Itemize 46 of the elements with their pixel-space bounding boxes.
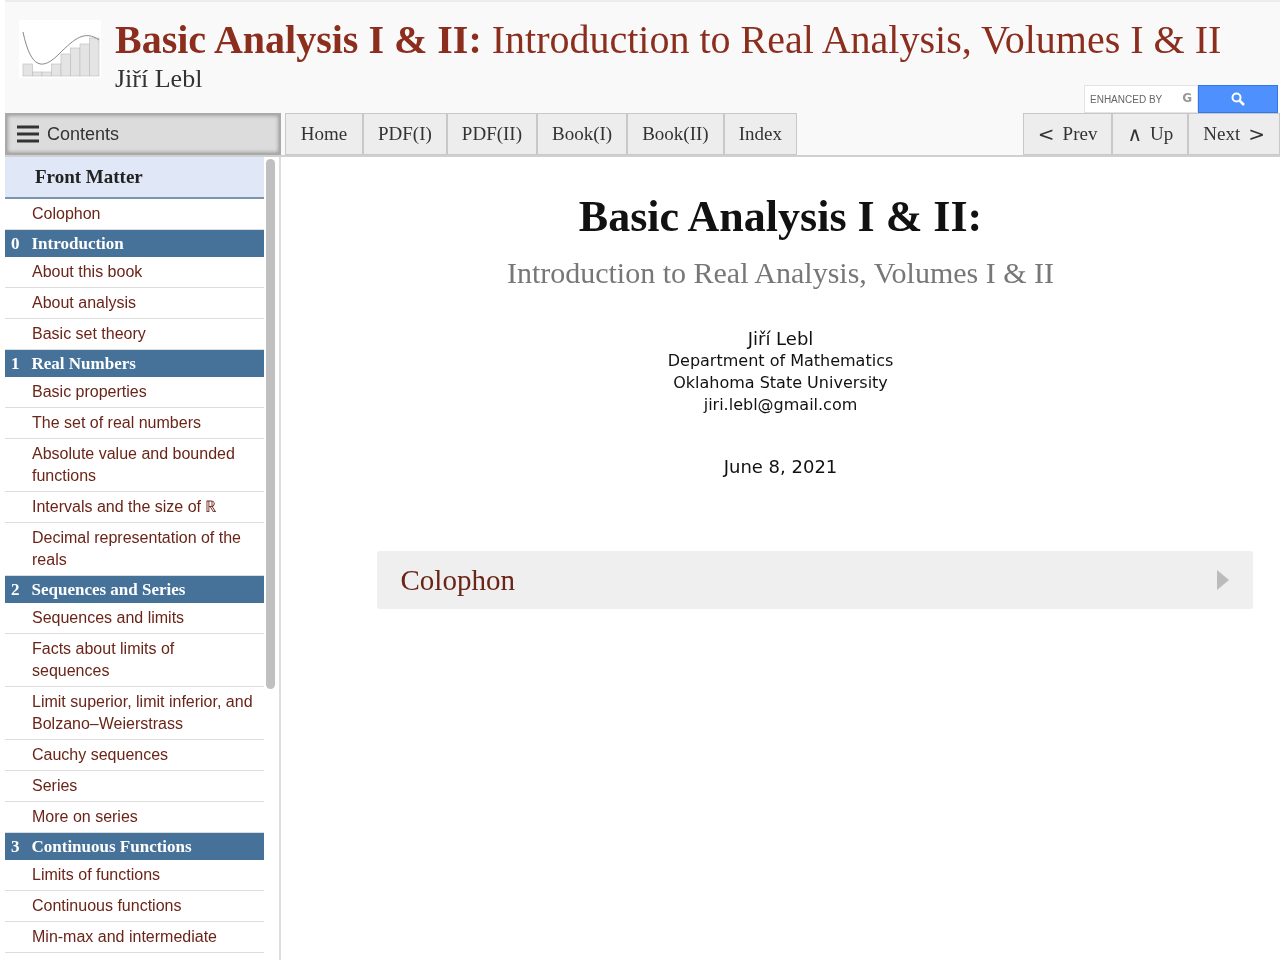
toc-section[interactable]: Limits of functions [5, 860, 264, 891]
site-title: Basic Analysis I & II: Introduction to Real Analysis, Volumes I & II [115, 20, 1222, 60]
graph-logo-icon [19, 20, 101, 78]
search-icon [1231, 92, 1245, 106]
toc-section[interactable]: Basic properties [5, 377, 264, 408]
author-line: Oklahoma State University [673, 372, 888, 394]
menu-icon [17, 125, 39, 143]
book-subtitle: Introduction to Real Analysis, Volumes I & II [506, 256, 1055, 290]
nav-link[interactable]: Home [285, 113, 363, 155]
expand-triangle-icon [1216, 570, 1229, 590]
toc-section[interactable]: Intervals and the size of ℝ [5, 492, 264, 523]
toc-section[interactable]: Continuous functions [5, 891, 264, 922]
nav-link[interactable]: Index [723, 113, 797, 155]
scrollbar-thumb[interactable] [266, 159, 275, 689]
contents-button[interactable]: Contents [5, 113, 281, 155]
author-line: Department of Mathematics [667, 350, 894, 372]
nav-button[interactable]: Next > [1188, 113, 1280, 155]
author-name: Jiří Lebl [115, 64, 204, 94]
toc-section[interactable]: Absolute value and bounded functions [5, 439, 264, 492]
toc-chapter[interactable]: 2 Sequences and Series [5, 576, 264, 603]
search-button[interactable] [1198, 85, 1278, 113]
toc-part[interactable]: Front Matter [5, 157, 264, 199]
toc-section[interactable]: Sequences and limits [5, 603, 264, 634]
toc-section[interactable]: Series [5, 771, 264, 802]
author-line: Jiří Lebl [747, 328, 814, 350]
author-line: jiri.lebl@gmail.com [703, 394, 858, 416]
nav-button[interactable]: ∧ Up [1112, 113, 1189, 155]
nav-button[interactable]: < Prev [1022, 113, 1113, 155]
brand-logo-text: G [1182, 91, 1192, 105]
toc-section[interactable]: About this book [5, 257, 264, 288]
toc-section[interactable]: Facts about limits of sequences [5, 634, 264, 687]
book-title: Basic Analysis I & II: [578, 191, 983, 242]
publication-date: June 8, 2021 [723, 456, 838, 477]
nav-link[interactable]: PDF(I) [363, 113, 447, 155]
toc-section[interactable]: Cauchy sequences [5, 740, 264, 771]
collapsible-section[interactable]: Colophon [376, 551, 1253, 609]
toc-section[interactable]: The set of real numbers [5, 408, 264, 439]
toc-section[interactable]: Limit superior, limit inferior, and Bolzano–Weierstrass [5, 687, 264, 740]
toc-chapter[interactable]: 3 Continuous Functions [5, 833, 264, 860]
nav-link[interactable]: PDF(II) [446, 113, 537, 155]
nav-link[interactable]: Book(II) [627, 113, 724, 155]
toc-chapter[interactable]: 1 Real Numbers [5, 350, 264, 377]
toc-chapter[interactable]: 0 Introduction [5, 230, 264, 257]
nav-link[interactable]: Book(I) [537, 113, 628, 155]
toc-section[interactable]: About analysis [5, 288, 264, 319]
toc-section[interactable]: Min-max and intermediate [5, 922, 264, 953]
